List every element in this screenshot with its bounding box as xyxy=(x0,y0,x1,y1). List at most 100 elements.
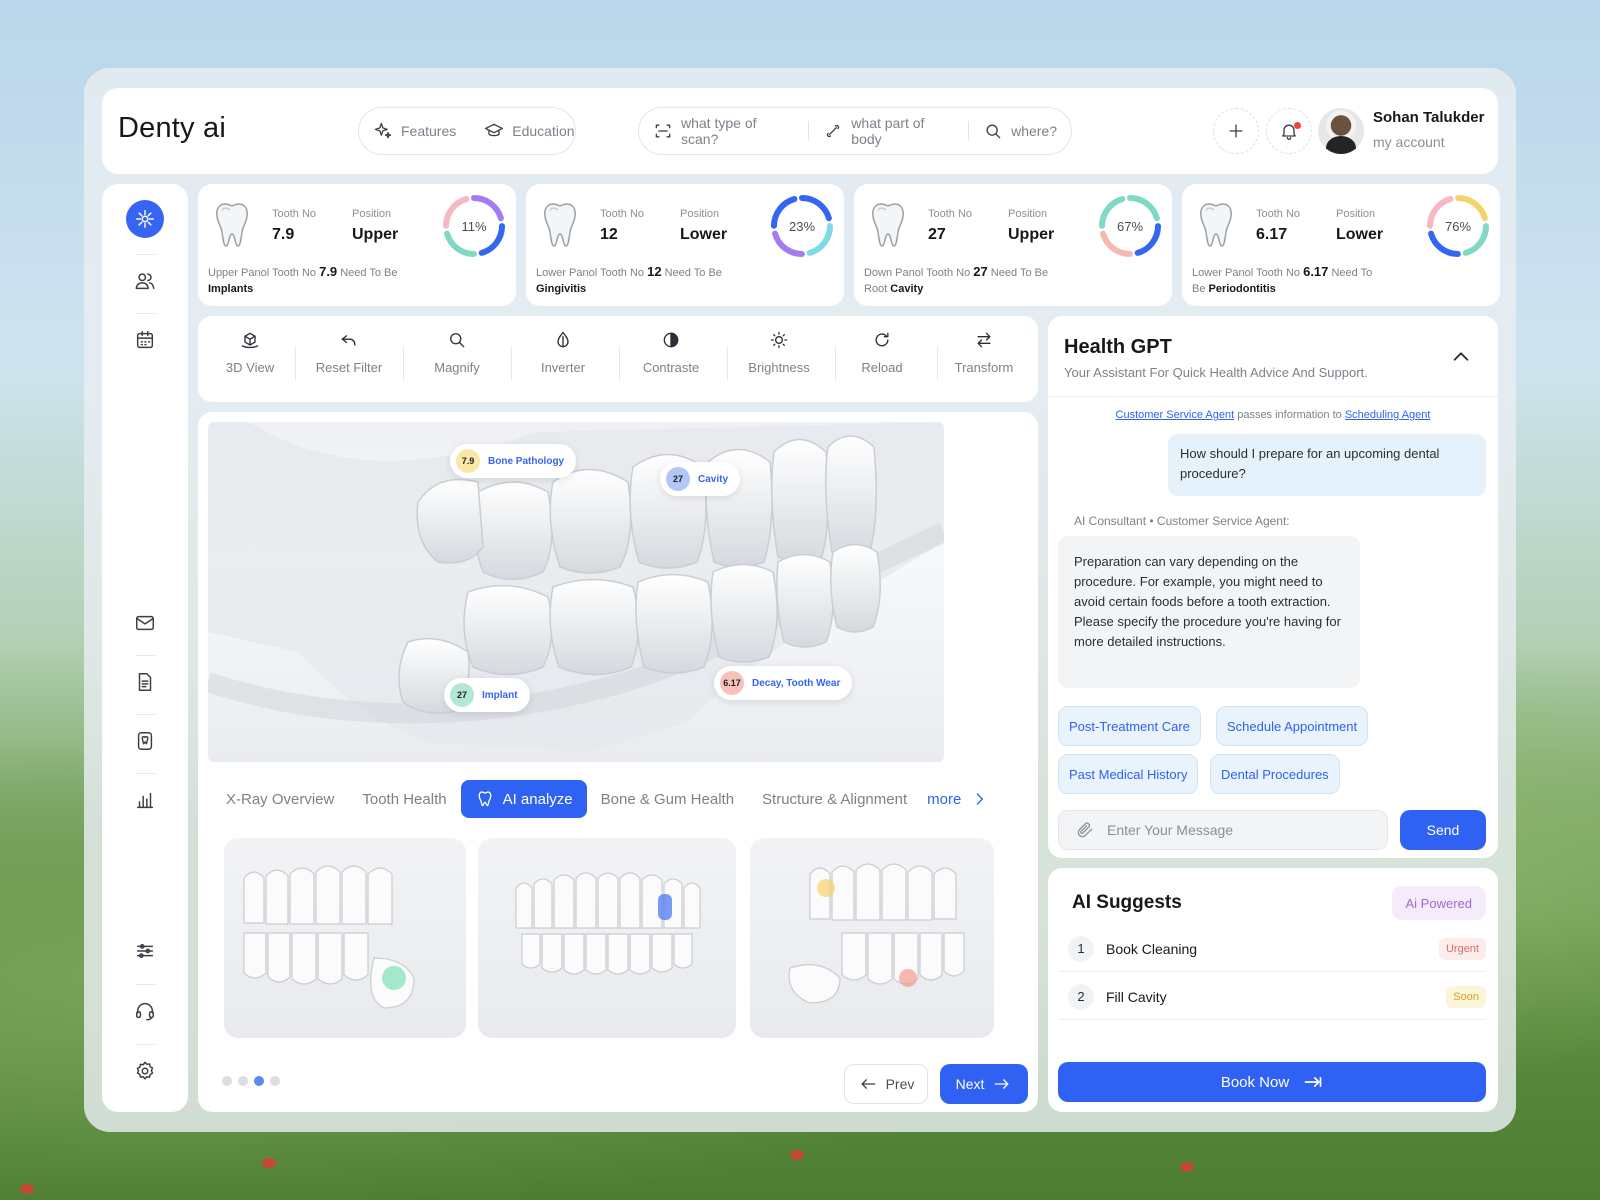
handoff-text: passes information to xyxy=(1237,409,1342,421)
tool-inverter[interactable]: Inverter xyxy=(511,330,615,390)
tooth-card[interactable]: Tooth No 7.9 Position Upper 11% Upper Pa… xyxy=(198,184,516,306)
tab-structure-alignment[interactable]: Structure & Alignment xyxy=(748,780,921,818)
tab-more[interactable]: more xyxy=(921,780,995,818)
body-part-search[interactable]: what part of body xyxy=(809,108,968,154)
magnify-icon xyxy=(450,333,465,348)
avatar[interactable] xyxy=(1318,108,1364,154)
divider xyxy=(135,655,155,656)
tab-ai-analyze[interactable]: AI analyze xyxy=(460,780,587,818)
sidebar-item-messages[interactable] xyxy=(126,604,164,642)
sidebar-item-filters[interactable] xyxy=(126,932,164,970)
scan-type-search[interactable]: what type of scan? xyxy=(639,108,808,154)
nav-education[interactable]: Education xyxy=(470,108,588,154)
chip-dental-procedures[interactable]: Dental Procedures xyxy=(1210,754,1340,794)
percent-value: 11% xyxy=(461,218,487,234)
status-badge: Soon xyxy=(1446,985,1486,1008)
tooth-record-icon xyxy=(137,732,153,750)
marker-badge: 6.17 xyxy=(720,671,744,695)
nav-features[interactable]: Features xyxy=(359,108,470,154)
book-now-label: Book Now xyxy=(1220,1073,1290,1091)
tool-label: Reset Filter xyxy=(315,360,383,375)
collapse-button[interactable] xyxy=(1450,346,1472,368)
chip-post-treatment-care[interactable]: Post-Treatment Care xyxy=(1058,706,1201,746)
tooth-icon xyxy=(216,203,248,247)
tooth-card[interactable]: Tooth No 27 Position Upper 67% Down Pano… xyxy=(854,184,1172,306)
chip-past-medical-history[interactable]: Past Medical History xyxy=(1058,754,1199,794)
ai-suggests-title: AI Suggests xyxy=(1072,892,1182,913)
user-name[interactable]: Sohan Talukder xyxy=(1373,109,1484,126)
prev-button[interactable]: Prev xyxy=(844,1064,928,1104)
sidebar-item-support[interactable] xyxy=(126,992,164,1030)
list-item[interactable]: 2 Fill Cavity Soon xyxy=(1058,974,1486,1020)
tool-transform[interactable]: Transform xyxy=(932,330,1036,390)
marker-decay-tooth-wear[interactable]: 6.17 Decay, Tooth Wear xyxy=(714,666,853,700)
sidebar-item-documents[interactable] xyxy=(126,663,164,701)
marker-bone-pathology[interactable]: 7.9 Bone Pathology xyxy=(450,444,577,478)
scan-thumbnail-angle[interactable] xyxy=(750,838,994,1038)
page-dot[interactable] xyxy=(222,1076,232,1086)
health-gpt-panel: Health GPT Your Assistant For Quick Heal… xyxy=(1048,316,1498,858)
tooth-no-label: Tooth No xyxy=(1256,208,1301,220)
next-button[interactable]: Next xyxy=(940,1064,1028,1104)
page-dot[interactable] xyxy=(238,1076,248,1086)
neural-network-icon xyxy=(136,210,154,228)
marker-implant[interactable]: 27 Implant xyxy=(444,678,530,712)
tooth-description: Down Panol Tooth No 27 Need To Be Root C… xyxy=(864,264,1049,295)
tooth-card[interactable]: Tooth No 12 Position Lower 23% Lower Pan… xyxy=(526,184,844,306)
marker-label: Implant xyxy=(482,689,518,701)
tab-bone-gum-health[interactable]: Bone & Gum Health xyxy=(587,780,748,818)
sidebar-item-settings[interactable] xyxy=(126,1052,164,1090)
tooth-no-value: 7.9 xyxy=(272,226,295,243)
book-now-button[interactable]: Book Now xyxy=(1058,1062,1486,1102)
user-account-link[interactable]: my account xyxy=(1373,134,1445,150)
chevron-right-icon xyxy=(969,789,989,809)
sidebar-item-patients[interactable] xyxy=(126,262,164,300)
tab-x-ray-overview[interactable]: X-Ray Overview xyxy=(212,780,348,818)
bot-sender-label: AI Consultant • Customer Service Agent: xyxy=(1074,514,1290,528)
message-input-box[interactable] xyxy=(1058,810,1388,850)
tool-brightness[interactable]: Brightness xyxy=(727,330,831,390)
sparkles-icon xyxy=(373,121,393,141)
paperclip-icon[interactable] xyxy=(1075,820,1095,840)
tool-label: Inverter xyxy=(540,360,586,375)
3d-jaw-model[interactable]: 7.9 Bone Pathology 27 Cavity 27 Implant … xyxy=(208,422,944,762)
brand-logo[interactable]: Denty ai xyxy=(118,112,226,145)
message-input[interactable] xyxy=(1107,822,1347,838)
tab-ai-analyze-label: AI analyze xyxy=(502,790,573,808)
percent-value: 23% xyxy=(788,218,816,234)
scheduling-agent-link[interactable]: Scheduling Agent xyxy=(1345,409,1431,421)
marker-cavity[interactable]: 27 Cavity xyxy=(660,462,741,496)
notifications-button[interactable] xyxy=(1266,108,1312,154)
tool-reload[interactable]: Reload xyxy=(830,330,934,390)
nav-features-label: Features xyxy=(401,123,457,139)
tool-contraste[interactable]: Contraste xyxy=(619,330,723,390)
location-search[interactable]: where? xyxy=(969,108,1071,154)
scan-thumbnail-side[interactable] xyxy=(224,838,466,1038)
scan-thumbnail-front[interactable] xyxy=(478,838,736,1038)
tab-tooth-health[interactable]: Tooth Health xyxy=(348,780,460,818)
customer-service-agent-link[interactable]: Customer Service Agent xyxy=(1116,409,1235,421)
drop-icon xyxy=(557,331,569,348)
tool-3d-view[interactable]: 3D View xyxy=(198,330,302,390)
send-button[interactable]: Send xyxy=(1400,810,1486,850)
tool-reset-filter[interactable]: Reset Filter xyxy=(297,330,401,390)
chip-schedule-appointment[interactable]: Schedule Appointment xyxy=(1216,706,1369,746)
sidebar-item-ai-scan[interactable] xyxy=(126,200,164,238)
page-dot-active[interactable] xyxy=(254,1076,264,1086)
document-icon xyxy=(138,673,152,691)
page-dot[interactable] xyxy=(270,1076,280,1086)
marker-badge: 7.9 xyxy=(456,449,480,473)
tooth-icon xyxy=(544,203,576,247)
divider xyxy=(135,773,155,774)
sidebar-item-calendar[interactable] xyxy=(126,321,164,359)
analysis-tabs: X-Ray Overview Tooth Health AI analyze B… xyxy=(212,778,1028,820)
list-item[interactable]: 1 Book Cleaning Urgent xyxy=(1058,926,1486,972)
add-button[interactable] xyxy=(1213,108,1259,154)
sidebar-item-analytics[interactable] xyxy=(126,781,164,819)
sidebar-item-records[interactable] xyxy=(126,722,164,760)
tooth-card[interactable]: Tooth No 6.17 Position Lower 76% Lower P… xyxy=(1182,184,1500,306)
divider xyxy=(135,1044,155,1045)
tool-magnify[interactable]: Magnify xyxy=(405,330,509,390)
scan-icon xyxy=(653,121,673,141)
marker-label: Bone Pathology xyxy=(488,455,565,467)
